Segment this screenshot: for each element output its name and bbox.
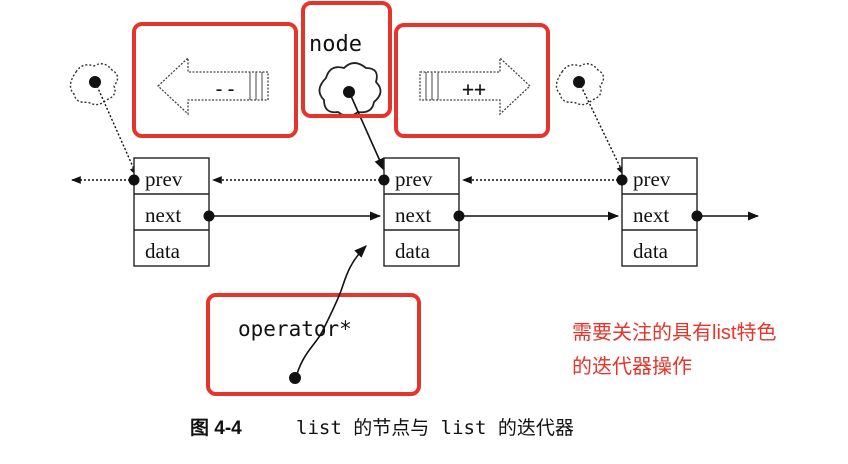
node-middle-next: next: [395, 203, 431, 227]
right-next-dot: [691, 210, 703, 222]
list-node-left: prev next data: [133, 157, 210, 267]
decrement-label: --: [213, 77, 237, 101]
left-iterator-cloud: [69, 63, 119, 106]
node-right-data: data: [633, 239, 669, 263]
left-prev-dot: [128, 174, 140, 186]
node-iterator-pointer: [350, 95, 385, 172]
right-iterator-dot: [573, 76, 585, 88]
node-iterator-dot: [343, 86, 355, 98]
right-prev-dot: [616, 174, 628, 186]
caption-figure-number: 图 4-4: [190, 417, 242, 439]
node-left-prev: prev: [145, 167, 183, 191]
node-left-next: next: [145, 203, 181, 227]
node-label: node: [309, 32, 362, 57]
operator-pointer: [296, 245, 367, 375]
node-right-next: next: [633, 203, 669, 227]
right-iterator-pointer: [580, 85, 625, 176]
list-iterator-diagram: -- node ++ prev next data prev next data…: [69, 1, 776, 439]
operator-label: operator*: [238, 317, 352, 341]
list-node-right: prev next data: [621, 157, 698, 267]
middle-prev-dot: [378, 174, 390, 186]
list-node-middle: prev next data: [383, 157, 460, 267]
right-iterator-cloud: [555, 63, 605, 106]
middle-next-dot: [453, 210, 465, 222]
node-middle-data: data: [395, 239, 431, 263]
node-iterator-cloud: [318, 62, 382, 117]
operator-dot: [289, 372, 301, 384]
node-right-prev: prev: [633, 167, 671, 191]
node-left-data: data: [145, 239, 181, 263]
increment-label: ++: [462, 77, 486, 101]
left-iterator-pointer: [96, 85, 138, 177]
note-line-2: 的迭代器操作: [572, 355, 692, 378]
node-middle-prev: prev: [395, 167, 433, 191]
left-next-dot: [203, 210, 215, 222]
left-iterator-dot: [89, 76, 101, 88]
caption-text: list 的节点与 list 的迭代器: [296, 417, 574, 439]
note-line-1: 需要关注的具有list特色: [572, 321, 776, 344]
